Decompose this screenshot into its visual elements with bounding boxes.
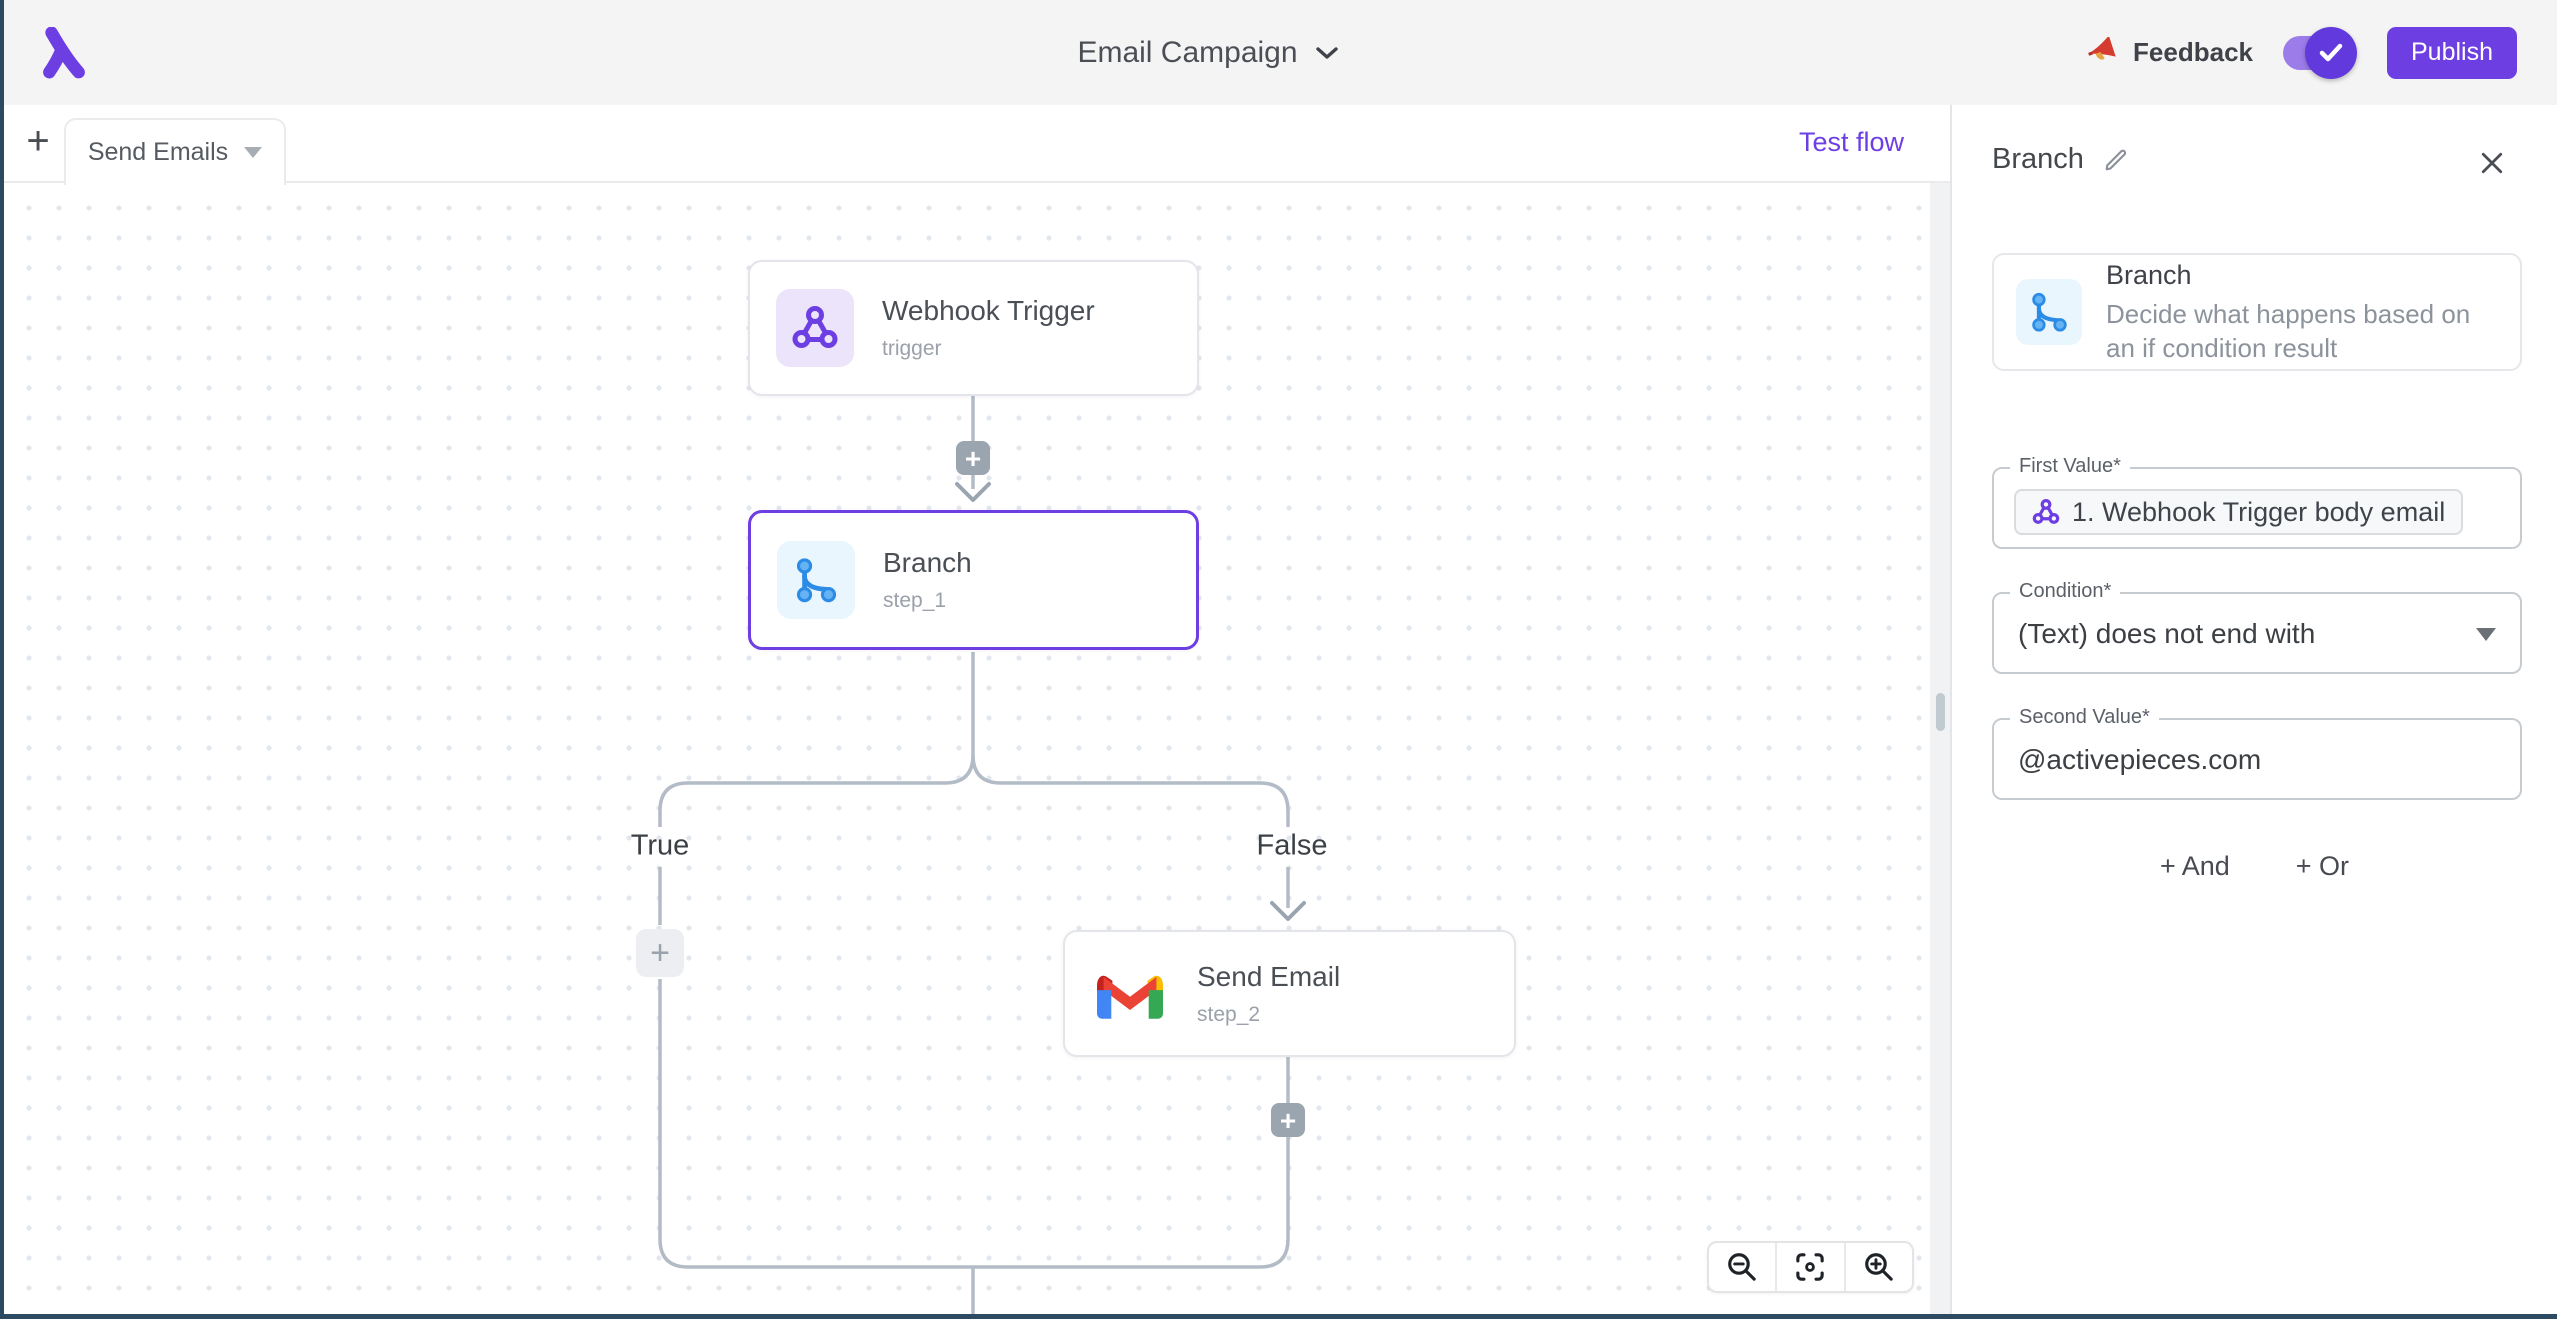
- branch-false-label: False: [1257, 830, 1328, 863]
- tab-send-emails[interactable]: Send Emails: [64, 118, 286, 185]
- second-value-field[interactable]: Second Value* @activepieces.com: [1992, 718, 2522, 800]
- test-flow-button[interactable]: Test flow: [1799, 127, 1904, 158]
- step-settings-panel: Branch Bran: [1952, 105, 2557, 1319]
- node-webhook-trigger[interactable]: Webhook Trigger trigger: [748, 260, 1199, 396]
- condition-select[interactable]: Condition* (Text) does not end with: [1992, 592, 2522, 674]
- publish-toggle[interactable]: [2283, 33, 2357, 73]
- panel-title: Branch: [1992, 143, 2084, 176]
- add-step-button[interactable]: +: [1271, 1103, 1305, 1137]
- feedback-label: Feedback: [2133, 37, 2253, 68]
- fit-to-view-button[interactable]: [1775, 1243, 1843, 1291]
- top-header: Email Campaign Feedback: [0, 0, 2557, 105]
- add-or-condition-button[interactable]: + Or: [2296, 851, 2349, 882]
- condition-value: (Text) does not end with: [2018, 618, 2315, 650]
- feedback-button[interactable]: Feedback: [2087, 37, 2253, 69]
- node-subtitle: step_1: [883, 589, 972, 613]
- flow-tab-strip: + Send Emails Test flow: [0, 105, 1950, 183]
- branch-icon: [777, 541, 855, 619]
- second-value-text: @activepieces.com: [2018, 744, 2261, 776]
- check-icon: [2318, 42, 2344, 64]
- flow-title-menu[interactable]: Email Campaign: [1077, 36, 1339, 70]
- node-subtitle: trigger: [882, 337, 1095, 361]
- zoom-in-icon: [1862, 1250, 1896, 1284]
- megaphone-icon: [2087, 37, 2121, 69]
- node-subtitle: step_2: [1197, 1003, 1340, 1027]
- gmail-icon: [1091, 955, 1169, 1033]
- node-title: Send Email: [1197, 961, 1340, 993]
- first-value-token[interactable]: 1. Webhook Trigger body email: [2014, 489, 2463, 535]
- zoom-out-button[interactable]: [1709, 1243, 1775, 1291]
- tab-label: Send Emails: [88, 138, 228, 167]
- webhook-icon: [776, 289, 854, 367]
- zoom-in-button[interactable]: [1844, 1243, 1912, 1291]
- close-panel-button[interactable]: [2477, 145, 2513, 181]
- flow-canvas[interactable]: Webhook Trigger trigger + Branch step_1: [0, 183, 1950, 1314]
- edit-name-icon[interactable]: [2102, 146, 2130, 174]
- first-value-label: First Value*: [2010, 455, 2130, 478]
- token-text: 1. Webhook Trigger body email: [2072, 497, 2445, 528]
- add-and-condition-button[interactable]: + And: [2160, 851, 2230, 882]
- close-icon: [2477, 148, 2507, 178]
- page-title: Email Campaign: [1077, 36, 1297, 70]
- tab-caret-icon: [244, 147, 262, 158]
- zoom-out-icon: [1725, 1250, 1759, 1284]
- node-send-email[interactable]: Send Email step_2: [1063, 930, 1516, 1057]
- branch-true-label: True: [631, 830, 690, 863]
- activepieces-logo-icon[interactable]: [40, 27, 88, 79]
- piece-info-card: Branch Decide what happens based on an i…: [1992, 253, 2522, 371]
- add-step-placeholder-button[interactable]: +: [636, 929, 684, 977]
- first-value-field[interactable]: First Value* 1. Webhook Trigger body ema…: [1992, 467, 2522, 549]
- chevron-down-icon: [1314, 44, 1340, 62]
- add-step-button[interactable]: +: [956, 441, 990, 475]
- window-edge-bottom: [0, 1314, 2557, 1319]
- canvas-zoom-controls: [1707, 1241, 1914, 1293]
- select-caret-icon: [2476, 628, 2496, 641]
- canvas-scrollbar-thumb[interactable]: [1936, 693, 1945, 731]
- node-title: Branch: [883, 547, 972, 579]
- toggle-knob: [2305, 27, 2357, 79]
- add-flow-button[interactable]: +: [16, 119, 60, 163]
- window-edge-left: [0, 0, 4, 1319]
- canvas-scrollbar: [1930, 183, 1950, 1314]
- branch-icon: [2016, 279, 2082, 345]
- node-title: Webhook Trigger: [882, 295, 1095, 327]
- fit-view-icon: [1793, 1250, 1827, 1284]
- second-value-label: Second Value*: [2010, 706, 2159, 729]
- piece-description: Decide what happens based on an if condi…: [2106, 297, 2498, 365]
- webhook-icon: [2032, 498, 2060, 526]
- publish-button[interactable]: Publish: [2387, 27, 2517, 79]
- condition-label: Condition*: [2010, 580, 2120, 603]
- node-branch[interactable]: Branch step_1: [748, 510, 1199, 650]
- app-window: Email Campaign Feedback: [0, 0, 2557, 1319]
- piece-name: Branch: [2106, 260, 2498, 291]
